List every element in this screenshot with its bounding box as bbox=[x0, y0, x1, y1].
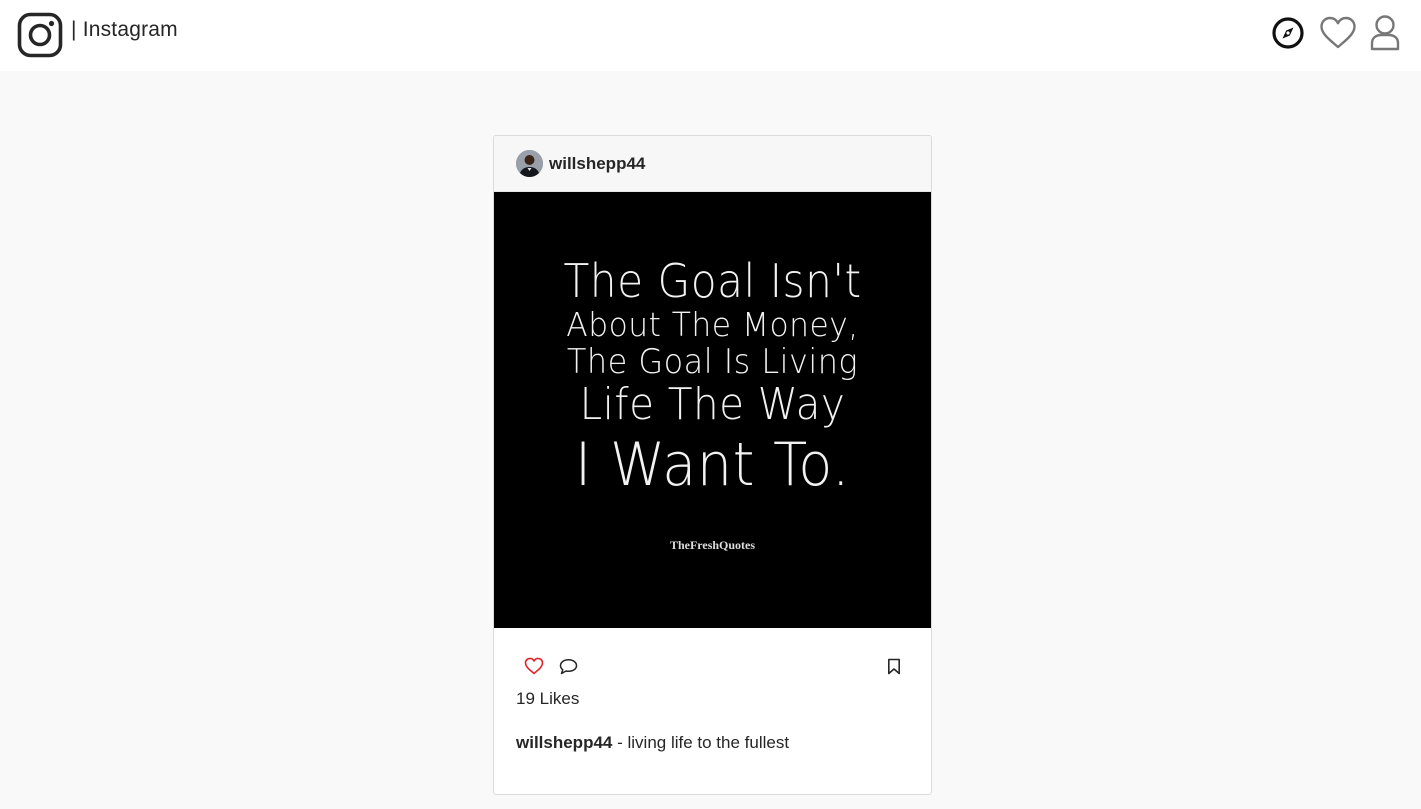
avatar[interactable] bbox=[516, 150, 543, 177]
quote-line: I Want To. bbox=[574, 430, 851, 500]
brand[interactable]: | Instagram bbox=[17, 12, 178, 58]
quote-line: The Goal Isn't bbox=[563, 254, 862, 308]
avatar-image bbox=[516, 150, 543, 177]
profile-icon[interactable] bbox=[1369, 14, 1401, 52]
likes-count[interactable]: 19 Likes bbox=[516, 689, 579, 709]
brand-title: | Instagram bbox=[71, 18, 178, 41]
post-card: willshepp44 The Goal Isn't About The Mon… bbox=[493, 135, 932, 795]
heart-icon[interactable] bbox=[1319, 16, 1357, 50]
like-heart-icon[interactable] bbox=[524, 657, 544, 675]
bookmark-icon[interactable] bbox=[887, 658, 901, 675]
post-actions bbox=[494, 628, 931, 675]
instagram-logo-icon[interactable] bbox=[17, 12, 63, 58]
nav-icons bbox=[1271, 14, 1401, 52]
compass-icon[interactable] bbox=[1271, 16, 1305, 50]
post-image[interactable]: The Goal Isn't About The Money, The Goal… bbox=[494, 192, 931, 628]
post-username[interactable]: willshepp44 bbox=[549, 154, 645, 174]
top-navbar: | Instagram bbox=[0, 0, 1421, 71]
quote-line: Life The Way bbox=[579, 379, 846, 430]
quote-line: The Goal Is Living bbox=[566, 342, 859, 382]
post-header: willshepp44 bbox=[494, 136, 931, 192]
comment-icon[interactable] bbox=[559, 658, 578, 675]
image-watermark: TheFreshQuotes bbox=[669, 538, 756, 552]
quote-line: About The Money, bbox=[566, 305, 859, 344]
caption-username[interactable]: willshepp44 bbox=[516, 733, 612, 752]
caption-text: - living life to the fullest bbox=[612, 733, 790, 752]
post-caption: willshepp44 - living life to the fullest bbox=[516, 733, 789, 753]
quote-text: The Goal Isn't About The Money, The Goal… bbox=[494, 258, 931, 495]
